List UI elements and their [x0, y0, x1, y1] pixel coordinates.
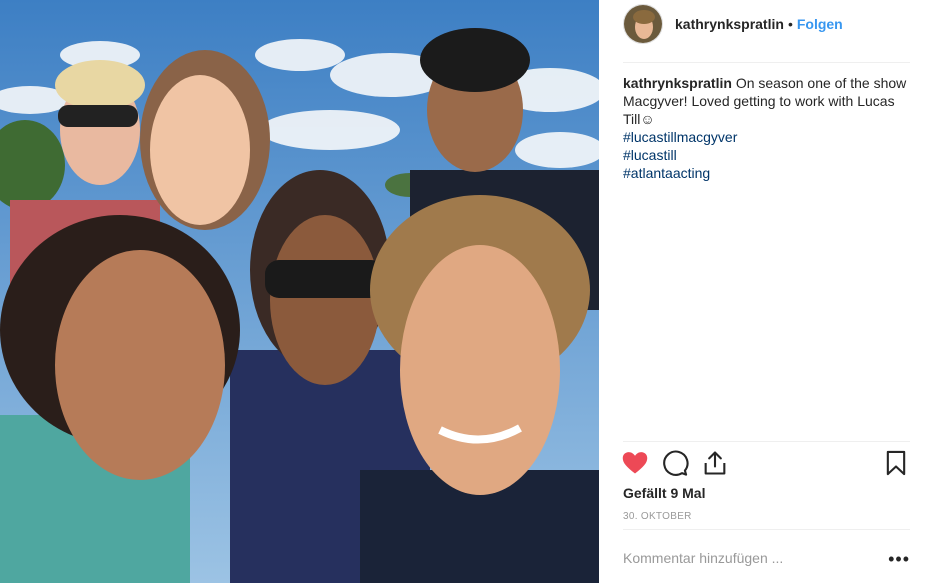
post-date[interactable]: 30. OKTOBER	[623, 511, 692, 522]
avatar[interactable]	[623, 4, 663, 44]
hashtag-link[interactable]: #lucastill	[623, 146, 913, 164]
like-count[interactable]: Gefällt 9 Mal	[623, 485, 705, 501]
comment-button[interactable]	[661, 449, 689, 477]
caption-username[interactable]: kathrynkspratlin	[623, 75, 732, 91]
comment-input[interactable]: Kommentar hinzufügen ...	[623, 550, 783, 566]
post-side-panel: kathrynkspratlin • Folgen kathrynkspratl…	[599, 0, 932, 583]
heart-icon	[622, 452, 648, 474]
post-header: kathrynkspratlin • Folgen	[623, 4, 843, 44]
follow-button[interactable]: Folgen	[797, 16, 843, 32]
like-button[interactable]	[621, 449, 649, 477]
header-separator: •	[787, 16, 793, 32]
header-username[interactable]: kathrynkspratlin	[675, 16, 784, 32]
comment-divider	[623, 529, 910, 530]
speech-bubble-icon	[663, 450, 689, 476]
action-bar	[621, 449, 910, 479]
header-divider	[623, 62, 910, 63]
instagram-post: kathrynkspratlin • Folgen kathrynkspratl…	[0, 0, 932, 583]
more-options-button[interactable]: •••	[888, 549, 910, 570]
selfie-photo	[0, 0, 599, 583]
post-photo[interactable]	[0, 0, 599, 583]
actions-divider	[623, 441, 910, 442]
share-button[interactable]	[701, 449, 729, 477]
share-icon	[704, 451, 726, 475]
save-button[interactable]	[882, 449, 910, 477]
hashtag-link[interactable]: #lucastillmacgyver	[623, 128, 913, 146]
bookmark-icon	[886, 450, 906, 476]
caption: kathrynkspratlin On season one of the sh…	[623, 74, 913, 182]
hashtag-link[interactable]: #atlantaacting	[623, 164, 913, 182]
avatar-image	[624, 5, 662, 43]
